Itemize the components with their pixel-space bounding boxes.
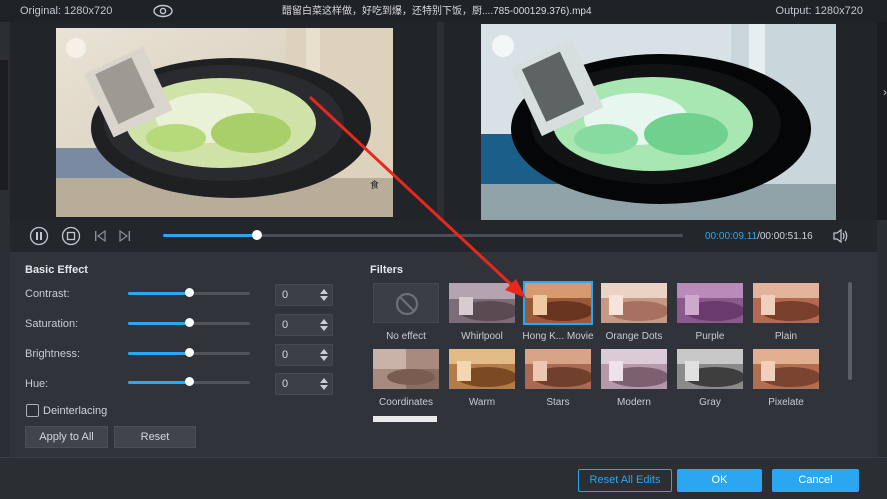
filters-section: Filters No effect Whirlpool Hong K... Mo… (370, 252, 860, 457)
contrast-slider[interactable] (128, 288, 250, 297)
video-editor-window: Original: 1280x720 醋留白菜这样做，好吃到爆，还特别下饭，厨.… (0, 0, 887, 499)
original-video-frame: 食 (56, 28, 393, 217)
original-resolution-label: Original: 1280x720 (20, 5, 113, 17)
pause-icon[interactable] (29, 226, 49, 246)
timeline-handle[interactable] (251, 230, 262, 240)
filter-whirlpool[interactable]: Whirlpool (449, 283, 515, 342)
filter-orange-dots[interactable]: Orange Dots (601, 283, 667, 342)
ok-button[interactable]: OK (677, 469, 762, 492)
spin-down-icon[interactable] (320, 356, 328, 361)
filter-stars[interactable]: Stars (525, 349, 591, 408)
filters-title: Filters (370, 264, 404, 276)
eye-icon[interactable] (152, 3, 174, 19)
filter-label: Orange Dots (605, 331, 663, 342)
time-display: 00:00:09.11/00:00:51.16 (705, 231, 813, 242)
filter-label: Warm (468, 397, 496, 408)
deinterlacing-checkbox[interactable] (26, 404, 39, 417)
apply-to-all-button[interactable]: Apply to All (25, 426, 108, 448)
filter-no-effect[interactable]: No effect (373, 283, 439, 342)
filter-label: Hong K... Movie (522, 331, 594, 342)
deinterlacing-label: Deinterlacing (43, 405, 108, 417)
saturation-label: Saturation: (25, 318, 79, 330)
reset-all-edits-button[interactable]: Reset All Edits (578, 469, 672, 492)
saturation-slider[interactable] (128, 318, 250, 327)
spin-up-icon[interactable] (320, 289, 328, 294)
filter-label: Coordinates (379, 397, 433, 408)
right-edge-strip (877, 22, 887, 220)
output-video-frame (481, 24, 836, 222)
brightness-spinbox[interactable]: 0 (275, 344, 333, 366)
dialog-footer: Reset All Edits OK Cancel (0, 457, 887, 499)
spin-down-icon[interactable] (320, 385, 328, 390)
effects-panel: Basic Effect Contrast: 0 Saturation: 0 B… (10, 252, 877, 457)
filter-label: Plain (774, 331, 798, 342)
chevron-right-icon[interactable]: › (883, 85, 887, 99)
hue-slider-handle[interactable] (185, 377, 194, 386)
filter-label: Gray (699, 397, 721, 408)
total-time: /00:00:51.16 (757, 231, 813, 242)
saturation-slider-handle[interactable] (185, 318, 194, 327)
svg-text:食: 食 (370, 179, 379, 191)
filter-partial-thumbnail[interactable] (373, 416, 437, 422)
filter-label: Pixelate (768, 397, 804, 408)
filters-scrollbar[interactable] (848, 282, 852, 380)
filter-label: Purple (695, 331, 725, 342)
spin-down-icon[interactable] (320, 326, 328, 331)
timeline-progress (163, 234, 257, 237)
spin-up-icon[interactable] (320, 319, 328, 324)
filter-hong-kong-movie[interactable]: Hong K... Movie (522, 281, 594, 342)
filter-label: No effect (386, 331, 426, 342)
filter-modern[interactable]: Modern (601, 349, 667, 408)
basic-effect-title: Basic Effect (25, 264, 88, 276)
filter-warm[interactable]: Warm (449, 349, 515, 408)
reset-button[interactable]: Reset (114, 426, 196, 448)
filter-purple[interactable]: Purple (677, 283, 743, 342)
filter-label: Modern (617, 397, 651, 408)
original-preview: 食 (10, 22, 437, 220)
filter-gray[interactable]: Gray (677, 349, 743, 408)
spin-down-icon[interactable] (320, 296, 328, 301)
brightness-slider-handle[interactable] (185, 348, 194, 357)
stop-icon[interactable] (61, 226, 81, 246)
contrast-slider-handle[interactable] (185, 288, 194, 297)
left-edge-strip (0, 60, 8, 190)
top-bar: Original: 1280x720 醋留白菜这样做，好吃到爆，还特别下饭，厨.… (0, 0, 887, 22)
filter-label: Stars (546, 397, 570, 408)
volume-icon[interactable] (832, 228, 850, 244)
spin-up-icon[interactable] (320, 378, 328, 383)
next-frame-icon[interactable] (115, 226, 135, 246)
video-file-title: 醋留白菜这样做，好吃到爆，还特别下饭，厨....785-000129.376).… (282, 6, 592, 17)
hue-label: Hue: (25, 378, 49, 390)
contrast-spinbox[interactable]: 0 (275, 284, 333, 306)
spin-up-icon[interactable] (320, 349, 328, 354)
filter-label: Whirlpool (461, 331, 503, 342)
output-resolution-label: Output: 1280x720 (775, 5, 863, 17)
brightness-slider[interactable] (128, 348, 250, 357)
cancel-button[interactable]: Cancel (772, 469, 859, 492)
hue-spinbox[interactable]: 0 (275, 373, 333, 395)
filter-pixelate[interactable]: Pixelate (753, 349, 819, 408)
filter-coordinates[interactable]: Coordinates (373, 349, 439, 408)
filter-plain[interactable]: Plain (753, 283, 819, 342)
saturation-spinbox[interactable]: 0 (275, 314, 333, 336)
brightness-label: Brightness: (25, 348, 81, 360)
timeline-seek-bar[interactable] (163, 230, 683, 240)
playback-controls: 00:00:09.11/00:00:51.16 (10, 220, 877, 252)
previous-frame-icon[interactable] (90, 226, 110, 246)
contrast-label: Contrast: (25, 288, 70, 300)
output-preview (444, 22, 877, 222)
current-time: 00:00:09.11 (705, 231, 758, 242)
hue-slider[interactable] (128, 377, 250, 386)
